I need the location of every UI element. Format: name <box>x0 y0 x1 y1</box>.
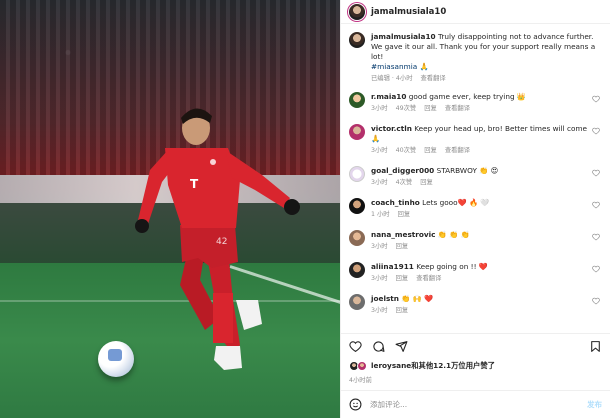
comment-reply-link[interactable]: 回复 <box>398 210 411 220</box>
commenter-username[interactable]: victor.ctln <box>371 124 412 133</box>
svg-text:42: 42 <box>216 237 227 247</box>
commenter-avatar[interactable] <box>349 166 365 182</box>
caption-hashtag[interactable]: #miasanmia 🙏 <box>371 62 429 71</box>
comment-item: victor.ctln Keep your head up, bro! Bett… <box>349 124 602 156</box>
post-photo[interactable]: T 42 <box>0 0 340 418</box>
liker-avatar <box>357 361 367 371</box>
commenter-avatar[interactable] <box>349 92 365 108</box>
heart-icon[interactable] <box>349 340 362 353</box>
author-username[interactable]: jamalmusiala10 <box>371 7 446 17</box>
action-bar <box>341 333 610 359</box>
comment-text: good game ever, keep trying 👑 <box>408 92 526 101</box>
football-player: T 42 <box>135 108 300 370</box>
post-header: jamalmusiala10 <box>341 0 610 24</box>
comment-like-icon[interactable] <box>592 127 600 135</box>
comment-like-icon[interactable] <box>592 233 600 241</box>
likes-summary[interactable]: leroysane和其他12.1万位用户赞了 <box>341 359 610 373</box>
comment-text: 👏 👏 👏 <box>437 230 470 239</box>
commenter-username[interactable]: aliina1911 <box>371 262 414 271</box>
comment-reply-link[interactable]: 回复 <box>396 306 409 316</box>
comment-translate-link[interactable]: 查看翻译 <box>416 274 441 284</box>
comment-icon[interactable] <box>372 340 385 353</box>
commenter-username[interactable]: r.maia10 <box>371 92 406 101</box>
comment-item: coach_tinho Lets gooo❤️ 🔥 🤍 1 小时 回复 <box>349 198 602 220</box>
comment-likes[interactable]: 4次赞 <box>396 178 413 188</box>
comment-time: 3小时 <box>371 243 388 250</box>
comment-item: joelstn 👏 🙌 ❤️ 3小时 回复 <box>349 294 602 316</box>
author-avatar[interactable] <box>349 3 365 20</box>
share-icon[interactable] <box>395 340 408 353</box>
comment-item: r.maia10 good game ever, keep trying 👑 3… <box>349 92 602 114</box>
commenter-avatar[interactable] <box>349 262 365 278</box>
commenter-username[interactable]: coach_tinho <box>371 198 420 207</box>
comment-like-icon[interactable] <box>592 297 600 305</box>
post-time: 4小时前 <box>349 377 372 384</box>
comment-translate-link[interactable]: 查看翻译 <box>445 146 470 156</box>
comments-scroll-area[interactable]: jamalmusiala10 Truly disappointing not t… <box>341 24 610 333</box>
comment-item: nana_mestrovic 👏 👏 👏 3小时 回复 <box>349 230 602 252</box>
comment-time: 3小时 <box>371 275 388 282</box>
caption-translate-link[interactable]: 查看翻译 <box>421 74 446 84</box>
commenter-avatar[interactable] <box>349 124 365 140</box>
likes-count-text[interactable]: 和其他12.1万位用户赞了 <box>411 361 495 370</box>
comment-text: STARBWOY 👏 😍 <box>436 166 499 175</box>
commenter-avatar[interactable] <box>349 230 365 246</box>
likes-user[interactable]: leroysane <box>371 361 411 370</box>
comment-time: 3小时 <box>371 147 388 154</box>
comment-translate-link[interactable]: 查看翻译 <box>445 104 470 114</box>
svg-text:T: T <box>190 177 199 191</box>
comment-like-icon[interactable] <box>592 201 600 209</box>
comment-reply-link[interactable]: 回复 <box>420 178 433 188</box>
comment-reply-link[interactable]: 回复 <box>396 242 409 252</box>
commenter-avatar[interactable] <box>349 198 365 214</box>
comment-item: goal_digger000 STARBWOY 👏 😍 3小时 4次赞 回复 <box>349 166 602 188</box>
post-panel: jamalmusiala10 jamalmusiala10 Truly disa… <box>340 0 610 418</box>
comment-text: 👏 🙌 ❤️ <box>401 294 434 303</box>
caption-avatar[interactable] <box>349 32 365 48</box>
comment-reply-link[interactable]: 回复 <box>424 146 437 156</box>
comment-input[interactable] <box>370 400 579 409</box>
comment-time: 1 小时 <box>371 211 390 218</box>
comment-reply-link[interactable]: 回复 <box>396 274 409 284</box>
comment-like-icon[interactable] <box>592 169 600 177</box>
comment-likes[interactable]: 49次赞 <box>396 104 417 114</box>
emoji-icon[interactable] <box>349 398 362 411</box>
comment-text: Keep going on !! ❤️ <box>416 262 488 271</box>
comment-time: 3小时 <box>371 179 388 186</box>
commenter-username[interactable]: joelstn <box>371 294 399 303</box>
post-comment-button[interactable]: 发布 <box>587 399 602 410</box>
comment-time: 3小时 <box>371 105 388 112</box>
football <box>98 341 134 377</box>
comment-like-icon[interactable] <box>592 95 600 103</box>
comment-likes[interactable]: 40次赞 <box>396 146 417 156</box>
comment-like-icon[interactable] <box>592 265 600 273</box>
commenter-username[interactable]: goal_digger000 <box>371 166 434 175</box>
bookmark-icon[interactable] <box>589 340 602 353</box>
caption-username[interactable]: jamalmusiala10 <box>371 32 436 41</box>
comment-item: aliina1911 Keep going on !! ❤️ 3小时 回复 查看… <box>349 262 602 284</box>
comment-list: r.maia10 good game ever, keep trying 👑 3… <box>349 92 602 316</box>
comment-time: 3小时 <box>371 307 388 314</box>
comment-reply-link[interactable]: 回复 <box>424 104 437 114</box>
commenter-avatar[interactable] <box>349 294 365 310</box>
caption: jamalmusiala10 Truly disappointing not t… <box>349 32 602 84</box>
caption-edited-time: 已编辑 · 4小时 <box>371 75 413 82</box>
instagram-post-view: T 42 jamalmusiala10 jamalmusiala10 Truly… <box>0 0 610 418</box>
commenter-username[interactable]: nana_mestrovic <box>371 230 435 239</box>
comment-text: Lets gooo❤️ 🔥 🤍 <box>422 198 490 207</box>
add-comment-bar: 发布 <box>341 390 610 418</box>
